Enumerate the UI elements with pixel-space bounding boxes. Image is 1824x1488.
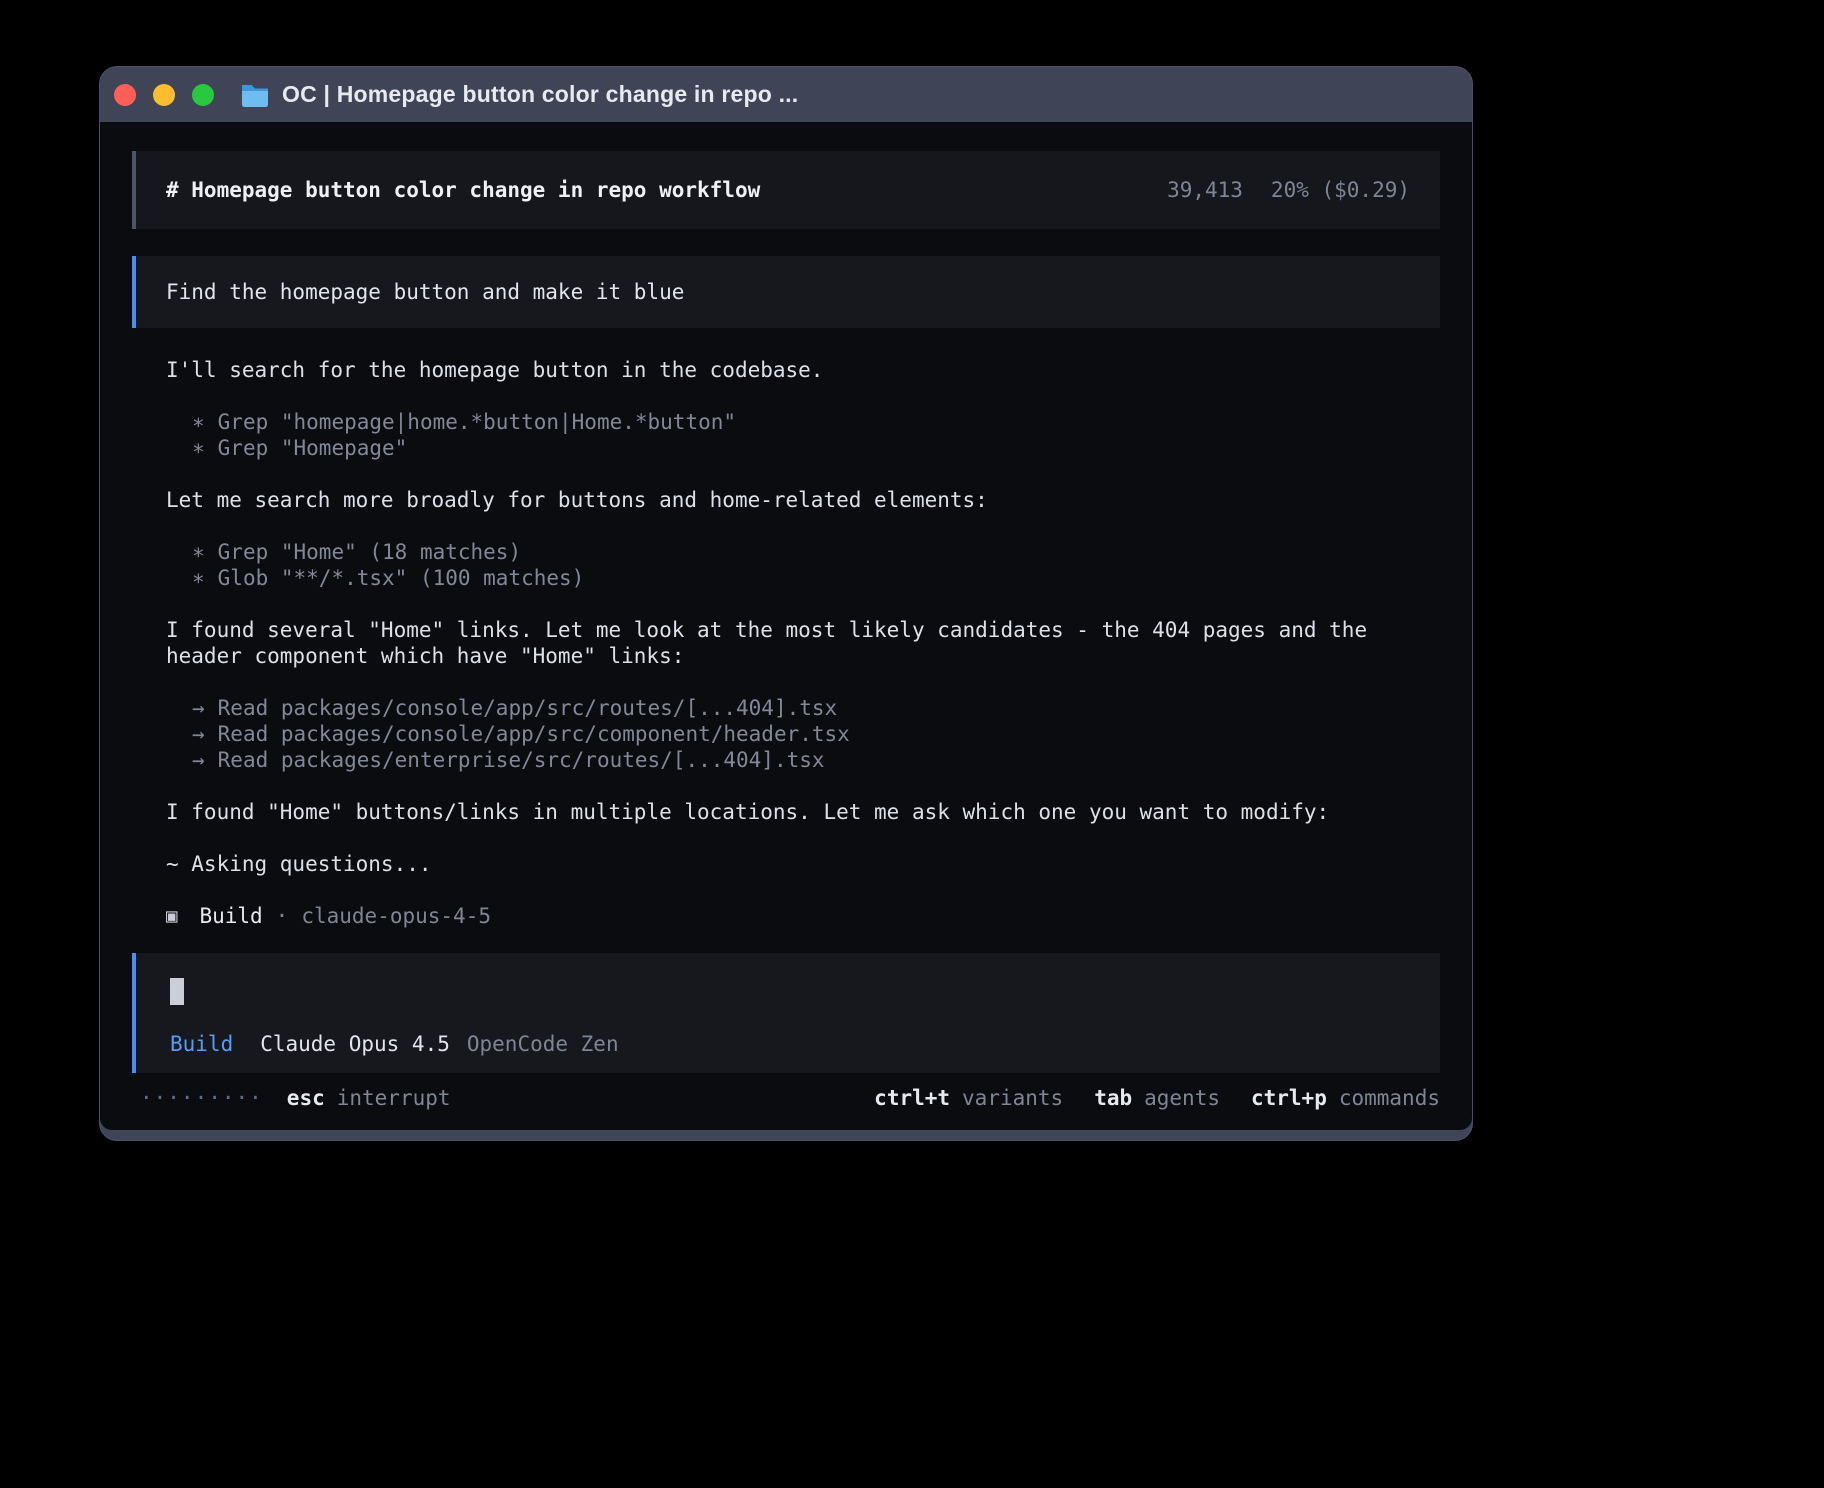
- token-count: 39,413: [1167, 177, 1243, 203]
- tool-line-text: Read packages/enterprise/src/routes/[...…: [218, 747, 825, 773]
- shortcut-commands: ctrl+p commands: [1251, 1085, 1440, 1111]
- shortcut-label: commands: [1339, 1085, 1440, 1111]
- tool-line-text: Read packages/console/app/src/component/…: [218, 721, 850, 747]
- zoom-button[interactable]: [192, 84, 214, 106]
- window-title: OC | Homepage button color change in rep…: [282, 81, 798, 108]
- arrow-right-icon: →: [192, 695, 205, 721]
- tool-line-text: Glob "**/*.tsx" (100 matches): [218, 565, 585, 591]
- shortcut-key: ctrl+p: [1251, 1085, 1327, 1111]
- tool-line-grep: ∗ Grep "homepage|home.*button|Home.*butt…: [192, 409, 1440, 435]
- tool-call-group: → Read packages/console/app/src/routes/[…: [192, 695, 1440, 773]
- tool-line-read: → Read packages/console/app/src/componen…: [192, 721, 1440, 747]
- tool-line-grep: ∗ Grep "Homepage": [192, 435, 1440, 461]
- assistant-paragraph: I'll search for the homepage button in t…: [166, 357, 1440, 383]
- agent-model: claude-opus-4-5: [301, 903, 491, 929]
- input-meta-row: Build Claude Opus 4.5 OpenCode Zen: [170, 1031, 619, 1057]
- assistant-paragraph: Let me search more broadly for buttons a…: [166, 487, 1440, 513]
- shortcut-group: ctrl+t variants tab agents ctrl+p comman…: [874, 1085, 1440, 1111]
- tool-line-read: → Read packages/console/app/src/routes/[…: [192, 695, 1440, 721]
- asterisk-icon: ∗: [192, 565, 205, 591]
- arrow-right-icon: →: [192, 721, 205, 747]
- tool-line-text: Grep "Home" (18 matches): [218, 539, 521, 565]
- status-bar: ········· esc interrupt ctrl+t variants …: [132, 1085, 1440, 1111]
- agent-status-line: ▣ Build · claude-opus-4-5: [166, 903, 1440, 929]
- shortcut-label: variants: [962, 1085, 1063, 1111]
- assistant-paragraph: I found several "Home" links. Let me loo…: [166, 617, 1440, 669]
- shortcut-variants: ctrl+t variants: [874, 1085, 1063, 1111]
- tool-line-read: → Read packages/enterprise/src/routes/[.…: [192, 747, 1440, 773]
- shortcut-label: interrupt: [337, 1085, 451, 1111]
- close-button[interactable]: [114, 84, 136, 106]
- asking-questions-status: ~ Asking questions...: [166, 851, 1440, 877]
- shortcut-key: esc: [287, 1085, 325, 1111]
- arrow-right-icon: →: [192, 747, 205, 773]
- prompt-input[interactable]: Build Claude Opus 4.5 OpenCode Zen: [132, 953, 1440, 1073]
- folder-icon: [240, 82, 270, 107]
- text-cursor: [170, 978, 184, 1005]
- spinner-dots: ·········: [140, 1085, 263, 1111]
- asterisk-icon: ∗: [192, 409, 205, 435]
- shortcut-agents: tab agents: [1094, 1085, 1220, 1111]
- agent-name: Build: [199, 903, 262, 929]
- shortcut-key: tab: [1094, 1085, 1132, 1111]
- model-name: Claude Opus 4.5: [260, 1031, 450, 1057]
- user-message: Find the homepage button and make it blu…: [132, 256, 1440, 328]
- terminal-window: OC | Homepage button color change in rep…: [99, 66, 1473, 1141]
- context-usage: 20% ($0.29): [1271, 177, 1410, 203]
- tool-call-group: ∗ Grep "homepage|home.*button|Home.*butt…: [192, 409, 1440, 461]
- agent-mode-badge[interactable]: Build: [170, 1031, 233, 1057]
- separator-dot: ·: [276, 903, 289, 929]
- asterisk-icon: ∗: [192, 539, 205, 565]
- tool-line-glob: ∗ Glob "**/*.tsx" (100 matches): [192, 565, 1440, 591]
- tool-call-group: ∗ Grep "Home" (18 matches) ∗ Glob "**/*.…: [192, 539, 1440, 591]
- shortcut-label: agents: [1144, 1085, 1220, 1111]
- provider-name: OpenCode Zen: [467, 1031, 619, 1057]
- session-header: # Homepage button color change in repo w…: [132, 151, 1440, 229]
- tool-line-text: Grep "homepage|home.*button|Home.*button…: [218, 409, 736, 435]
- session-meta: 39,413 20% ($0.29): [1167, 177, 1410, 203]
- assistant-paragraph: I found "Home" buttons/links in multiple…: [166, 799, 1440, 825]
- user-message-text: Find the homepage button and make it blu…: [166, 279, 684, 305]
- asterisk-icon: ∗: [192, 435, 205, 461]
- terminal-content: # Homepage button color change in repo w…: [100, 122, 1472, 1130]
- window-controls: [114, 84, 214, 106]
- titlebar[interactable]: OC | Homepage button color change in rep…: [100, 67, 1472, 122]
- tool-line-text: Read packages/console/app/src/routes/[..…: [218, 695, 838, 721]
- minimize-button[interactable]: [153, 84, 175, 106]
- agent-square-icon: ▣: [166, 903, 177, 929]
- shortcut-interrupt: esc interrupt: [287, 1085, 451, 1111]
- session-title: # Homepage button color change in repo w…: [166, 177, 760, 203]
- tool-line-grep: ∗ Grep "Home" (18 matches): [192, 539, 1440, 565]
- tool-line-text: Grep "Homepage": [218, 435, 408, 461]
- shortcut-key: ctrl+t: [874, 1085, 950, 1111]
